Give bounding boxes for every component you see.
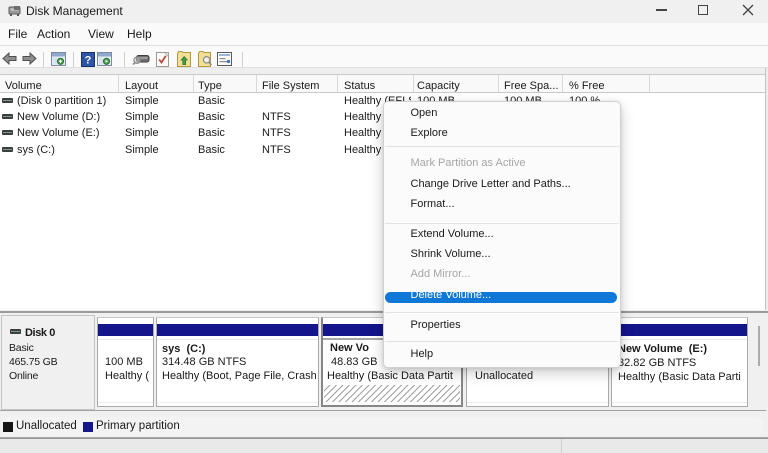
svg-text:?: ? [85,55,92,67]
